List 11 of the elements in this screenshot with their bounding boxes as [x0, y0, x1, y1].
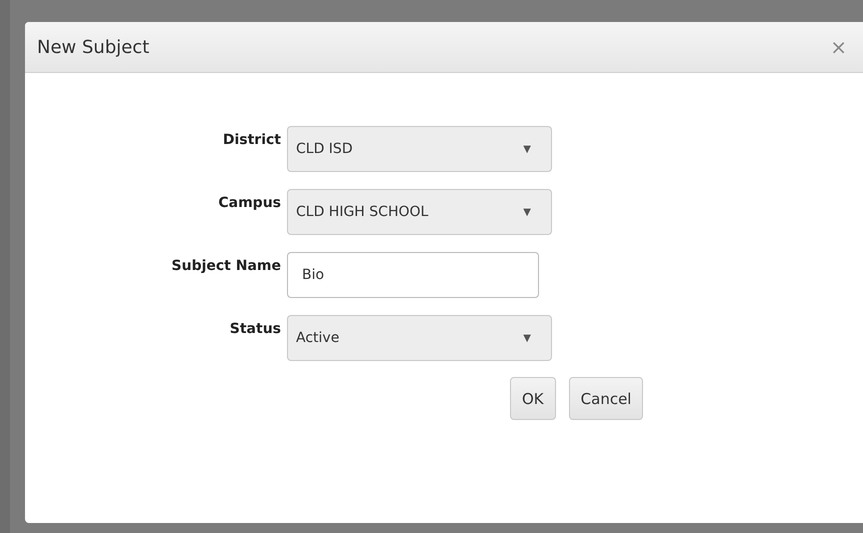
field-label: Status: [230, 320, 281, 337]
field-label: District: [222, 131, 281, 148]
dropdown[interactable]: CLD ISD ▼: [287, 126, 552, 172]
input-field[interactable]: Bio: [287, 252, 539, 298]
field-label: Subject Name: [172, 257, 281, 274]
dialog-button[interactable]: Cancel: [568, 377, 644, 420]
dropdown[interactable]: CLD HIGH SCHOOL ▼: [287, 189, 552, 235]
dialog-button[interactable]: OK: [510, 377, 556, 420]
dropdown[interactable]: Active ▼: [287, 315, 552, 361]
field-label: Campus: [218, 194, 281, 211]
dialog-title: New Subject: [37, 36, 150, 58]
